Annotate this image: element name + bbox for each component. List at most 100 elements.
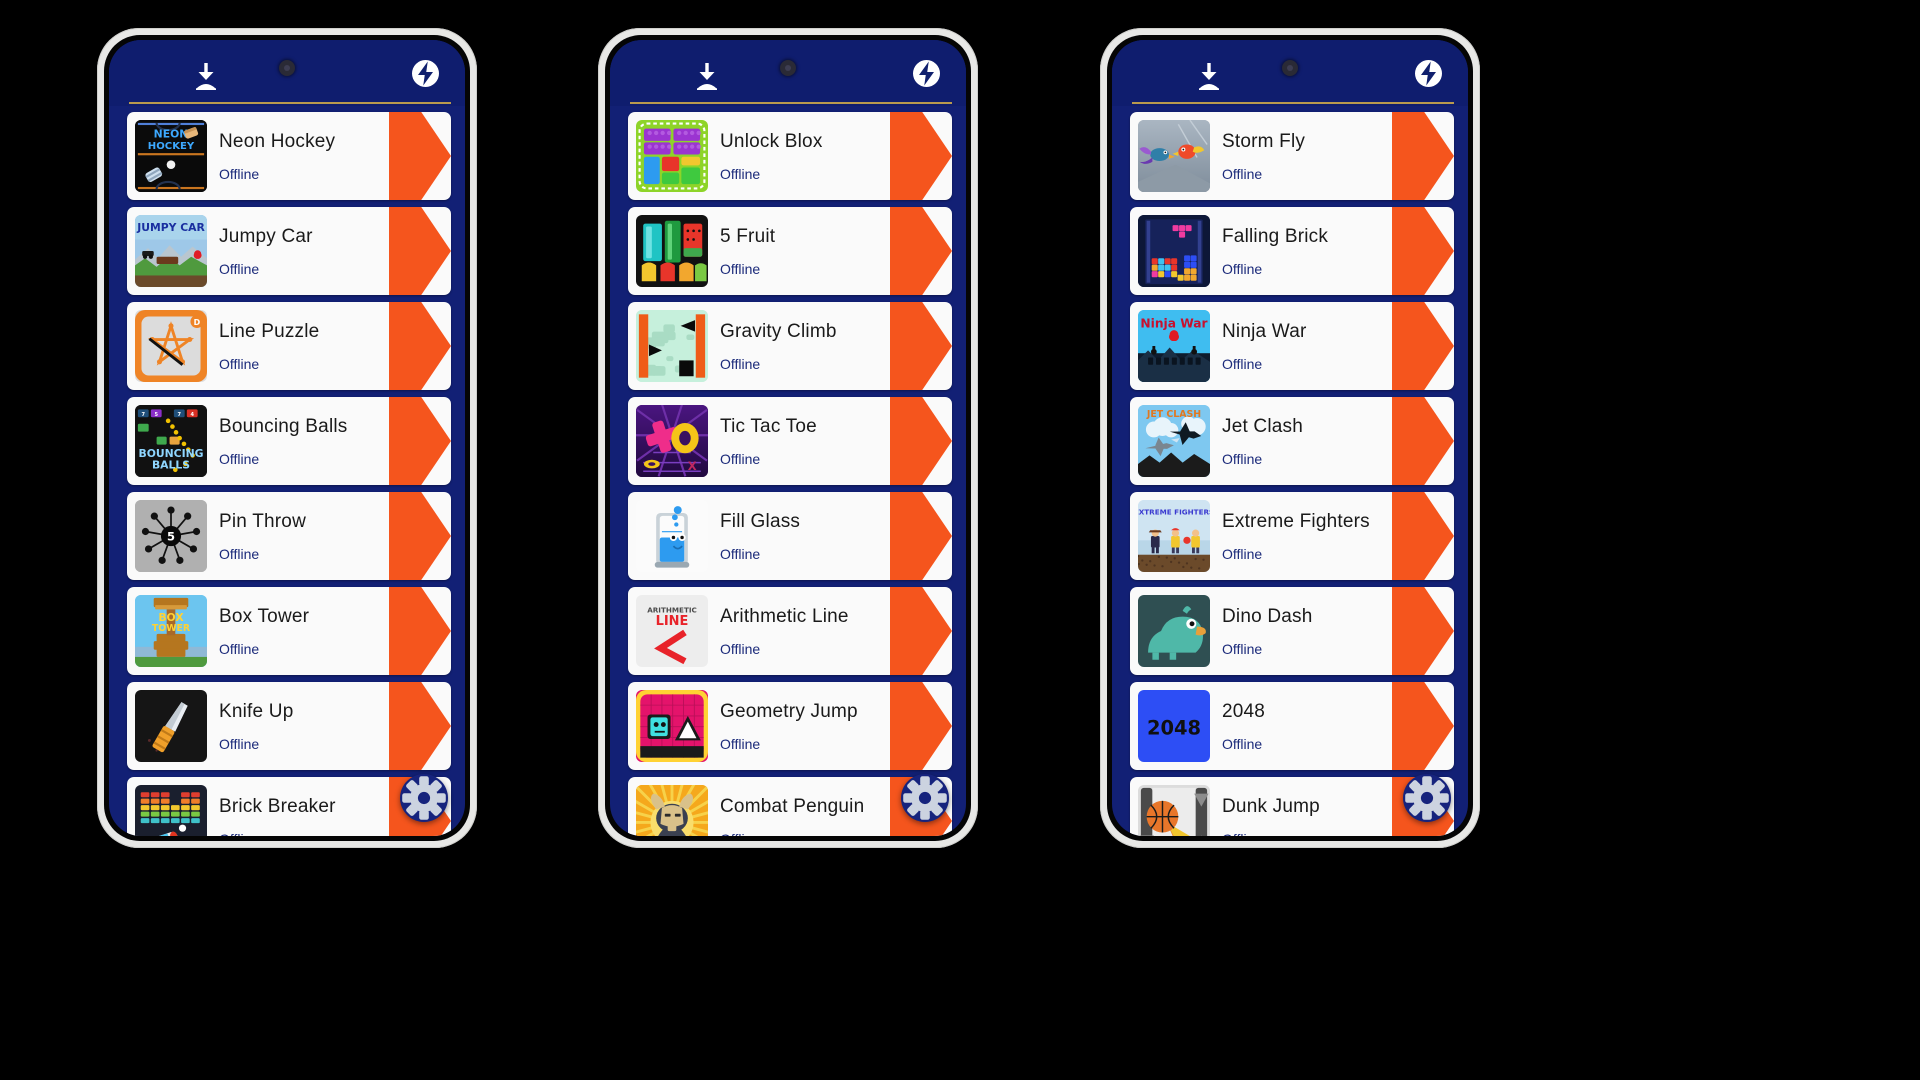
play-chevron[interactable]: [389, 207, 451, 295]
play-chevron[interactable]: [389, 682, 451, 770]
game-card[interactable]: Storm Fly Offline: [1130, 112, 1454, 200]
play-chevron[interactable]: [1392, 682, 1454, 770]
camera-punch-hole: [780, 60, 796, 76]
game-card[interactable]: X Tic Tac Toe Offline: [628, 397, 952, 485]
play-chevron[interactable]: [1392, 302, 1454, 390]
play-chevron[interactable]: [389, 397, 451, 485]
lightning-bolt-icon[interactable]: [1415, 60, 1442, 87]
game-card[interactable]: Dino Dash Offline: [1130, 587, 1454, 675]
play-chevron[interactable]: [890, 397, 952, 485]
pin-throw-icon: 5: [135, 500, 207, 572]
game-status: Offline: [1222, 736, 1263, 752]
game-status: Offline: [219, 261, 260, 277]
lightning-bolt-icon[interactable]: [913, 60, 940, 87]
game-card[interactable]: Ninja War Ninja War Offline: [1130, 302, 1454, 390]
game-status: Offline: [720, 546, 761, 562]
game-title: Falling Brick: [1222, 226, 1329, 247]
svg-text:NEON: NEON: [154, 127, 189, 140]
play-chevron[interactable]: [1392, 492, 1454, 580]
settings-fab[interactable]: [1403, 774, 1451, 822]
box-tower-icon: BOX TOWER: [135, 595, 207, 667]
game-card[interactable]: Geometry Jump Offline: [628, 682, 952, 770]
play-chevron[interactable]: [1392, 397, 1454, 485]
game-card[interactable]: 5 Pin Throw Offline: [127, 492, 451, 580]
play-chevron[interactable]: [890, 587, 952, 675]
svg-text:5: 5: [154, 412, 158, 418]
lightning-bolt-icon[interactable]: [412, 60, 439, 87]
svg-text:BOX: BOX: [158, 611, 184, 624]
phone-bezel: NEON HOCKEY Neon Hockey Offline JUMPY CAR Jum…: [104, 35, 470, 841]
play-chevron[interactable]: [389, 302, 451, 390]
svg-text:JUMPY CAR: JUMPY CAR: [136, 221, 205, 234]
svg-text:X: X: [688, 459, 697, 473]
game-title: Gravity Climb: [720, 321, 837, 342]
phone-screen: NEON HOCKEY Neon Hockey Offline JUMPY CAR Jum…: [109, 40, 465, 836]
play-chevron[interactable]: [1392, 112, 1454, 200]
play-chevron[interactable]: [1392, 587, 1454, 675]
download-icon[interactable]: [694, 62, 720, 91]
game-title: Unlock Blox: [720, 131, 823, 152]
download-icon[interactable]: [193, 62, 219, 91]
game-status: Offline: [219, 641, 260, 657]
game-title: Neon Hockey: [219, 131, 336, 152]
game-status: Offline: [1222, 451, 1263, 467]
game-list: NEON HOCKEY Neon Hockey Offline JUMPY CAR Jum…: [109, 106, 465, 836]
play-chevron[interactable]: [389, 587, 451, 675]
dunk-jump-icon: [1138, 785, 1210, 836]
game-card[interactable]: 7 5 7 4 BOUNCING BALLS Bouncing Balls Offline: [127, 397, 451, 485]
game-card[interactable]: Knife Up Offline: [127, 682, 451, 770]
svg-text:BALLS: BALLS: [152, 458, 190, 471]
game-status: Offline: [219, 546, 260, 562]
download-icon[interactable]: [1196, 62, 1222, 91]
header-divider: [129, 102, 451, 104]
play-chevron[interactable]: [890, 492, 952, 580]
game-title: Arithmetic Line: [720, 606, 849, 627]
fill-glass-icon: [636, 500, 708, 572]
knife-up-icon: [135, 690, 207, 762]
game-card[interactable]: NEON HOCKEY Neon Hockey Offline: [127, 112, 451, 200]
game-list: Storm Fly Offline Falling Brick Offline Ninj…: [1112, 106, 1468, 836]
game-title: Geometry Jump: [720, 701, 858, 722]
play-chevron[interactable]: [389, 112, 451, 200]
svg-text:2048: 2048: [1147, 717, 1201, 740]
game-card[interactable]: D Line Puzzle Offline: [127, 302, 451, 390]
game-card[interactable]: Unlock Blox Offline: [628, 112, 952, 200]
game-status: Offline: [219, 831, 259, 836]
game-title: Jumpy Car: [219, 226, 313, 247]
game-card[interactable]: Falling Brick Offline: [1130, 207, 1454, 295]
jumpy-car-icon: JUMPY CAR: [135, 215, 207, 287]
play-chevron[interactable]: [890, 112, 952, 200]
play-chevron[interactable]: [1392, 207, 1454, 295]
game-card[interactable]: BOX TOWER Box Tower Offline: [127, 587, 451, 675]
svg-text:LINE: LINE: [656, 614, 689, 629]
settings-fab[interactable]: [901, 774, 949, 822]
game-status: Offline: [720, 831, 760, 836]
svg-text:ARITHMETIC: ARITHMETIC: [647, 605, 697, 614]
app-header: [1112, 40, 1468, 106]
game-title: Box Tower: [219, 606, 310, 627]
svg-text:4: 4: [190, 412, 194, 418]
game-status: Offline: [720, 641, 761, 657]
play-chevron[interactable]: [890, 207, 952, 295]
game-card[interactable]: 5 Fruit Offline: [628, 207, 952, 295]
game-card[interactable]: JUMPY CAR Jumpy Car Offline: [127, 207, 451, 295]
game-card[interactable]: EXTREME FIGHTERS Extreme Fighters Offline: [1130, 492, 1454, 580]
game-card[interactable]: Fill Glass Offline: [628, 492, 952, 580]
game-title: Fill Glass: [720, 511, 801, 532]
phone-1: NEON HOCKEY Neon Hockey Offline JUMPY CAR Jum…: [97, 28, 477, 848]
game-status: Offline: [1222, 641, 1263, 657]
game-title: Extreme Fighters: [1222, 511, 1370, 532]
game-card[interactable]: ARITHMETIC LINE Arithmetic Line Offline: [628, 587, 952, 675]
settings-fab[interactable]: [400, 774, 448, 822]
play-chevron[interactable]: [890, 302, 952, 390]
game-2048-icon: 2048: [1138, 690, 1210, 762]
arithmetic-line-icon: ARITHMETIC LINE: [636, 595, 708, 667]
game-card[interactable]: 2048 2048 Offline: [1130, 682, 1454, 770]
game-card[interactable]: JET CLASH Jet Clash Offline: [1130, 397, 1454, 485]
header-divider: [1132, 102, 1454, 104]
play-chevron[interactable]: [389, 492, 451, 580]
svg-text:7: 7: [178, 412, 182, 418]
game-title: Pin Throw: [219, 511, 306, 532]
game-card[interactable]: Gravity Climb Offline: [628, 302, 952, 390]
play-chevron[interactable]: [890, 682, 952, 770]
